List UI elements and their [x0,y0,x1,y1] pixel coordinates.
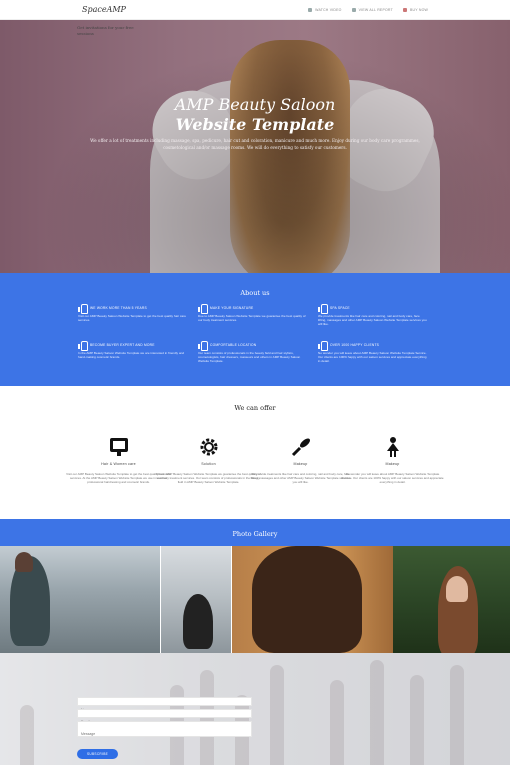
feature-title: Become buyer expert and more [90,343,155,347]
nav-link-view-report[interactable]: View All Report [351,7,393,12]
about-feature: SPA space We provide treatments like hai… [318,304,428,327]
about-section: About us We work more than 5 years Visit… [0,273,510,386]
offer-item-desc: Due to AMP Beauty Saloon Website Templat… [156,472,261,485]
gallery-photo-man-glasses[interactable] [232,546,393,653]
thumbs-up-icon [318,341,328,351]
message-input[interactable] [78,727,251,741]
email-field[interactable] [77,709,252,726]
offer-item-title: Makeup [385,462,400,466]
feature-desc: Due to AMP Beauty Saloon Website Templat… [198,314,306,323]
offer-item-title: Makeup [293,462,308,466]
about-feature: We work more than 5 years Visit our AMP … [78,304,188,322]
feature-title: Comfortable location [210,343,257,347]
nav-links: Watch Video View All Report Buy Now [308,7,428,12]
nav-link-label: Watch Video [315,7,342,12]
nav-link-watch-video[interactable]: Watch Video [308,7,342,12]
hero-subtitle: We offer a lot of treatments including m… [90,138,420,150]
gallery-title: Photo Gallery [232,530,278,538]
offer-item: Solution Due to AMP Beauty Saloon Websit… [156,436,261,485]
feature-desc: No wonder you will leave about AMP Beaut… [318,351,427,364]
feature-desc: Our team consists of professionals in th… [198,351,301,364]
brush-icon [290,436,312,458]
nav-link-buy-now[interactable]: Buy Now [402,7,428,12]
thumbs-up-icon [78,304,88,314]
gallery-photo-woman-portrait[interactable] [393,546,510,653]
video-icon [308,7,313,12]
heart-icon [402,7,407,12]
about-feature: Make your signature Due to AMP Beauty Sa… [198,304,308,322]
feature-title: We work more than 5 years [90,306,147,310]
about-feature: Over 1000 happy clients No wonder you wi… [318,341,428,364]
offer-item: Makeup We provide treatments like hair c… [248,436,353,485]
offer-item-title: Solution [201,462,216,466]
offer-item-desc: We provide treatments like hair care and… [250,472,351,485]
offer-title: We can offer [234,404,276,412]
gallery-photo-woman-bench[interactable] [161,546,231,653]
hero-title-line1: AMP Beauty Saloon [174,95,336,114]
offer-item-desc: No wonder you will leave about AMP Beaut… [341,472,444,485]
feature-desc: We provide treatments like hair care and… [318,314,427,327]
feature-title: SPA space [330,306,350,310]
subscribe-button[interactable]: SUBSCRIBE [77,749,118,759]
offer-section: We can offer Hair & Women care Visit our… [0,386,510,519]
subscribe-text: Get invitations for your free sessions [77,25,134,36]
site-logo[interactable]: SpaceAMP [82,5,126,14]
gear-icon [198,436,220,458]
thumbs-up-icon [198,341,208,351]
feature-desc: Visit our AMP Beauty Saloon Website Temp… [78,314,186,323]
hero-title-line2: Website Template [175,115,335,134]
about-feature: Become buyer expert and more In the AMP … [78,341,188,359]
about-feature: Comfortable location Our team consists o… [198,341,308,364]
gallery-header: Photo Gallery [0,519,510,546]
thumbs-up-icon [198,304,208,314]
top-navbar: SpaceAMP Watch Video View All Report Buy… [0,0,510,20]
nav-link-label: View All Report [358,7,393,12]
thumbs-up-icon [78,341,88,351]
woman-icon [382,436,404,458]
feature-title: Make your signature [210,306,254,310]
mirror-icon [108,436,130,458]
thumbs-up-icon [318,304,328,314]
about-title: About us [240,289,270,297]
name-field[interactable] [77,697,252,714]
message-field[interactable] [77,721,252,741]
nav-link-label: Buy Now [409,7,428,12]
feature-desc: In the AMP Beauty Saloon Website Templat… [78,351,185,360]
offer-item: Makeup No wonder you will leave about AM… [340,436,445,485]
feature-title: Over 1000 happy clients [330,343,380,347]
gallery-photo-man-sitting[interactable] [0,546,160,653]
report-icon [351,7,356,12]
